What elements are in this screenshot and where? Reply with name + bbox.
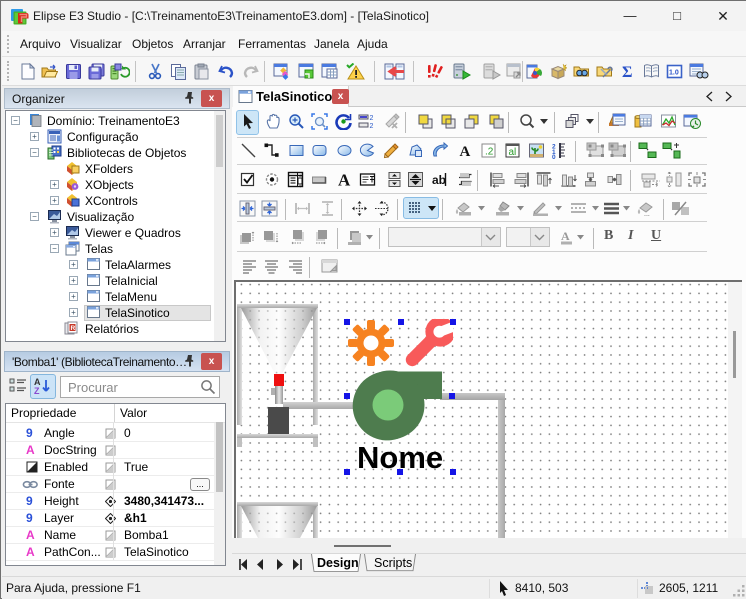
- svg-text:Σ: Σ: [622, 64, 632, 80]
- svg-text:ab: ab: [432, 173, 446, 187]
- svg-text:2: 2: [370, 115, 374, 122]
- svg-text:R: R: [71, 325, 76, 332]
- svg-text:al: al: [509, 147, 517, 158]
- svg-text:A: A: [460, 144, 471, 159]
- svg-text:.2: .2: [485, 147, 494, 158]
- svg-text:1.0: 1.0: [669, 70, 679, 77]
- svg-text:A: A: [338, 171, 351, 188]
- svg-text:2: 2: [370, 123, 374, 130]
- svg-text:...: ...: [644, 211, 650, 217]
- svg-text:A: A: [561, 229, 570, 243]
- svg-text:Z: Z: [34, 386, 40, 396]
- svg-text:0: 0: [552, 154, 556, 159]
